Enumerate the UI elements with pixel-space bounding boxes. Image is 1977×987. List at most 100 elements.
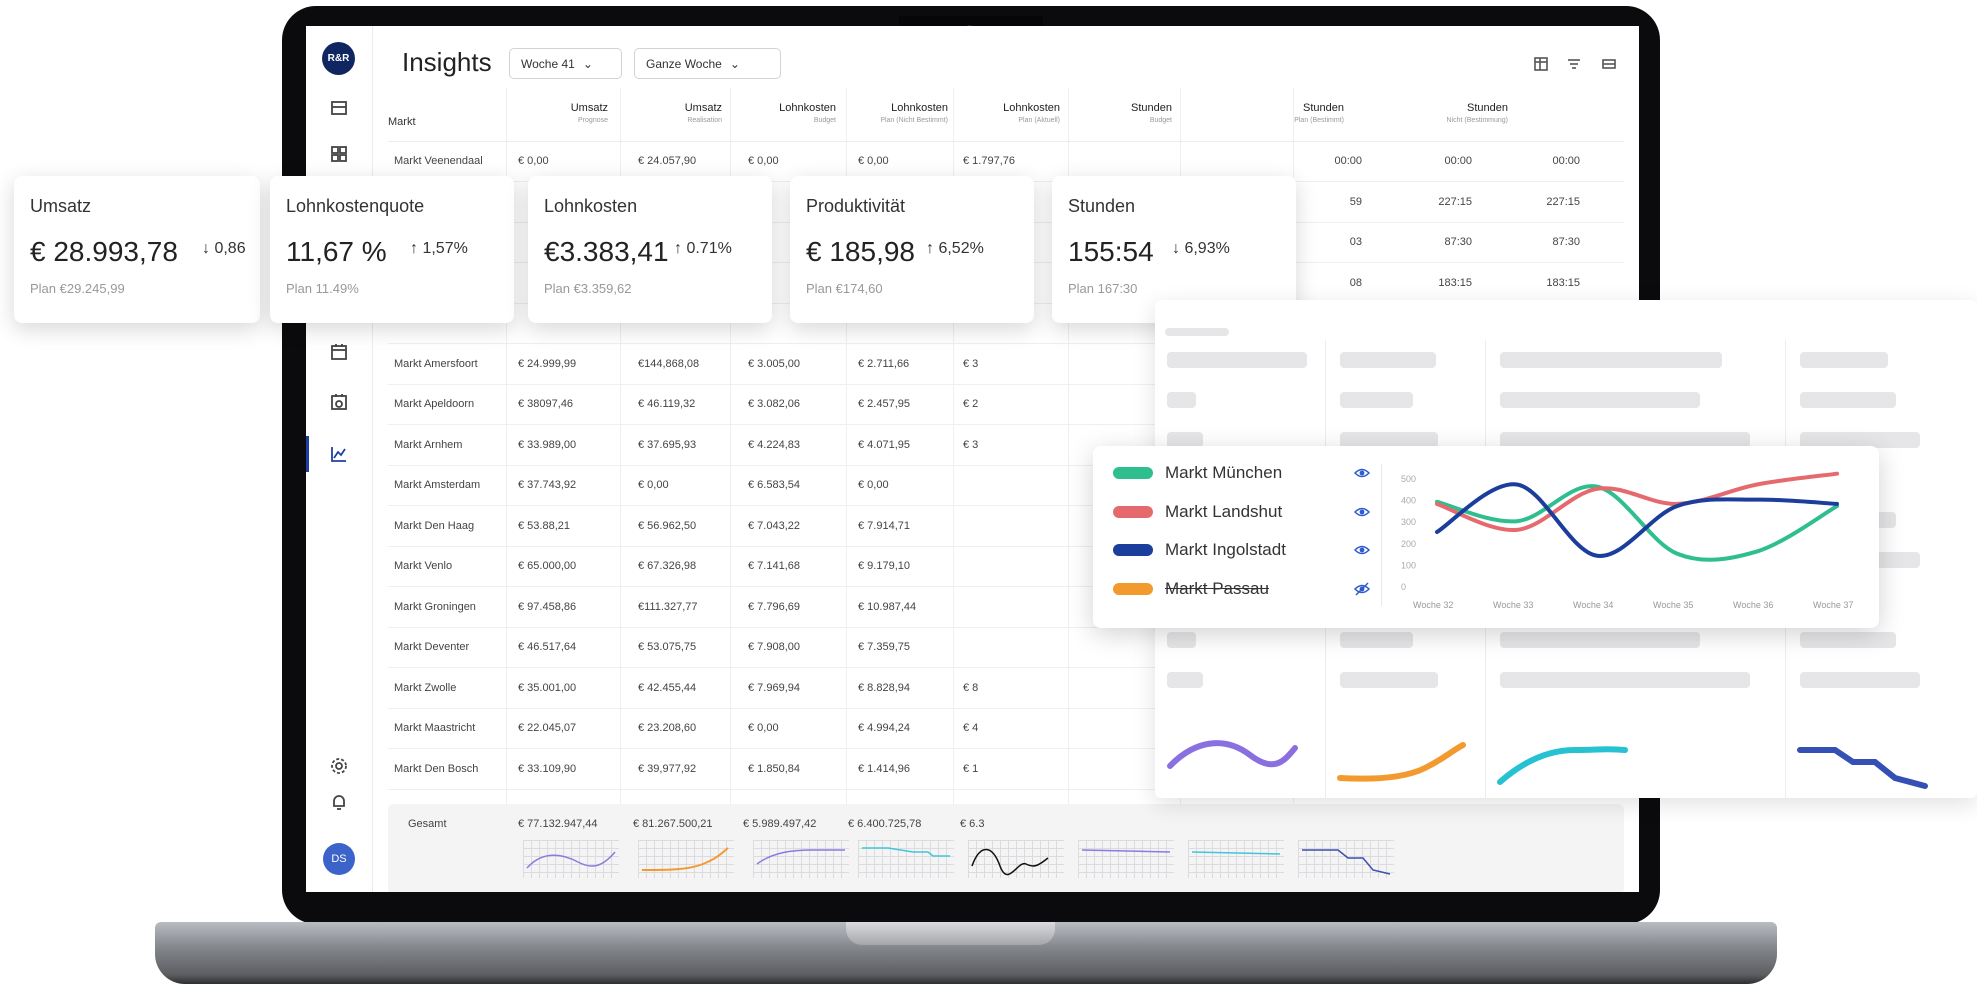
column-header[interactable]: Lohnkosten Budget	[779, 102, 836, 124]
market-name: Markt Groningen	[394, 600, 476, 613]
calendar-icon[interactable]	[323, 336, 355, 368]
column-header[interactable]: Markt	[388, 116, 416, 128]
column-header[interactable]: Stunden Budget	[1131, 102, 1172, 124]
settings-icon[interactable]	[323, 750, 355, 782]
totals-cell: € 6.400.725,78	[848, 818, 922, 830]
app-logo[interactable]: R&R	[322, 42, 355, 75]
table-cell: € 97.458,86	[518, 600, 577, 613]
eye-icon[interactable]	[1353, 503, 1371, 521]
table-cell: € 8	[963, 681, 979, 694]
legend-item[interactable]: Markt Ingolstadt	[1113, 539, 1371, 561]
table-cell: € 7.796,69	[748, 600, 800, 613]
x-tick-label: Woche 33	[1493, 600, 1533, 610]
market-name: Markt Amersfoort	[394, 357, 478, 370]
table-cell: 183:15	[1438, 276, 1472, 289]
table-cell: 00:00	[1444, 155, 1472, 167]
legend-item[interactable]: Markt Landshut	[1113, 501, 1371, 523]
kpi-value: € 28.993,78	[30, 236, 178, 267]
legend-item[interactable]: Markt Passau	[1113, 578, 1371, 600]
table-cell: € 42.455,44	[638, 681, 697, 694]
kpi-delta-value: 1,57%	[422, 240, 468, 257]
sparkline	[1337, 742, 1466, 782]
column-header-sub: Budget	[813, 117, 836, 124]
kpi-delta-value: 6,93%	[1184, 240, 1230, 257]
table-cell: € 0,00	[858, 479, 889, 491]
kpi-card[interactable]: Lohnkostenquote 11,67 % ↑ 1,57% Plan 11.49%	[270, 176, 514, 323]
range-dropdown-value: Ganze Woche	[646, 56, 722, 71]
column-header-sub: Plan (Aktuell)	[1018, 117, 1060, 124]
kpi-card[interactable]: Lohnkosten €3.383,41 ↑ 0.71% Plan €3.359,62	[528, 176, 772, 323]
column-header[interactable]: Stunden Plan (Bestimmt)	[1294, 102, 1344, 124]
market-name: Markt Arnhem	[394, 438, 463, 451]
kpi-delta: ↑ 0.71%	[674, 240, 732, 258]
range-dropdown[interactable]: Ganze Woche ⌄	[634, 48, 781, 79]
eye-off-icon[interactable]	[1353, 580, 1371, 598]
legend-label: Markt Landshut	[1165, 501, 1283, 521]
week-dropdown[interactable]: Woche 41 ⌄	[509, 48, 622, 79]
market-name: Markt Venlo	[394, 560, 453, 572]
column-header[interactable]: Lohnkosten Plan (Aktuell)	[1003, 102, 1060, 124]
sparkline	[523, 840, 619, 878]
sparkline	[1078, 840, 1174, 878]
kpi-card[interactable]: Produktivität € 185,98 ↑ 6,52% Plan €174,60	[790, 176, 1034, 323]
column-header[interactable]: Umsatz Prognose	[571, 102, 608, 124]
eye-icon[interactable]	[1353, 464, 1371, 482]
table-cell: 227:15	[1546, 195, 1580, 208]
legend-divider	[1381, 464, 1382, 606]
table-cell: €144,868,08	[638, 357, 700, 370]
arrow-up-icon: ↑	[410, 240, 423, 257]
kpi-delta: ↑ 6,52%	[926, 240, 984, 258]
kpi-title: Lohnkostenquote	[286, 196, 425, 216]
table-cell: € 33.989,00	[518, 438, 577, 451]
eye-icon[interactable]	[1353, 541, 1371, 559]
kpi-card[interactable]: Umsatz € 28.993,78 ↓ 0,86 Plan €29.245,99	[14, 176, 260, 323]
table-cell: € 53.88,21	[518, 519, 570, 532]
active-indicator	[306, 436, 309, 472]
column-header-label: Lohnkosten	[779, 102, 836, 114]
table-cell: € 24.999,99	[518, 357, 577, 370]
totals-cell: € 5.989.497,42	[743, 818, 817, 830]
kpi-value: 11,67 %	[286, 236, 387, 267]
sparkline	[638, 840, 734, 878]
column-header[interactable]: Stunden Nicht (Bestimmung)	[1447, 102, 1508, 124]
market-name: Markt Apeldoorn	[394, 398, 475, 410]
table-cell: € 1	[963, 762, 979, 775]
legend-swatch	[1113, 582, 1153, 595]
table-cell: 03	[1349, 236, 1362, 248]
layout-icon[interactable]	[1599, 54, 1619, 74]
kpi-plan: Plan €3.359,62	[544, 281, 632, 296]
series-line[interactable]	[1435, 484, 1839, 562]
column-header[interactable]: Umsatz Realisation	[685, 102, 722, 124]
user-avatar[interactable]: DS	[323, 843, 355, 875]
column-header-sub: Nicht (Bestimmung)	[1446, 117, 1508, 124]
store-icon[interactable]	[323, 92, 355, 124]
laptop-lip	[846, 922, 1055, 945]
dashboard-icon[interactable]	[323, 138, 355, 170]
kpi-value: €3.383,41	[544, 236, 669, 267]
table-settings-icon[interactable]	[1531, 54, 1551, 74]
team-calendar-icon[interactable]	[323, 386, 355, 418]
legend-item[interactable]: Markt München	[1113, 462, 1371, 484]
sparkline	[1188, 840, 1284, 878]
filter-icon[interactable]	[1564, 54, 1584, 74]
table-cell: € 35.001,00	[518, 681, 577, 694]
column-header-sub: Realisation	[687, 117, 722, 124]
kpi-plan: Plan 11.49%	[286, 281, 359, 296]
chart-line-icon[interactable]	[323, 438, 355, 470]
table-cell: € 33.109,90	[518, 762, 577, 775]
table-cell: € 24.057,90	[638, 155, 697, 167]
column-header-label: Umsatz	[684, 102, 722, 114]
table-cell: € 46.119,32	[638, 398, 696, 410]
column-header-sub: Prognose	[578, 117, 608, 124]
y-tick-label: 300	[1401, 517, 1416, 527]
x-tick-label: Woche 32	[1413, 600, 1453, 610]
column-header-label: Stunden	[1467, 102, 1508, 114]
legend-swatch	[1113, 544, 1153, 556]
table-cell: €111.327,77	[638, 600, 698, 613]
table-cell: € 2.457,95	[858, 398, 910, 410]
arrow-down-icon: ↓	[202, 240, 215, 257]
table-cell: 87:30	[1552, 236, 1580, 248]
column-header[interactable]: Lohnkosten Plan (Nicht Bestimmt)	[880, 102, 948, 124]
table-cell: 59	[1349, 195, 1362, 208]
bell-icon[interactable]	[323, 786, 355, 818]
